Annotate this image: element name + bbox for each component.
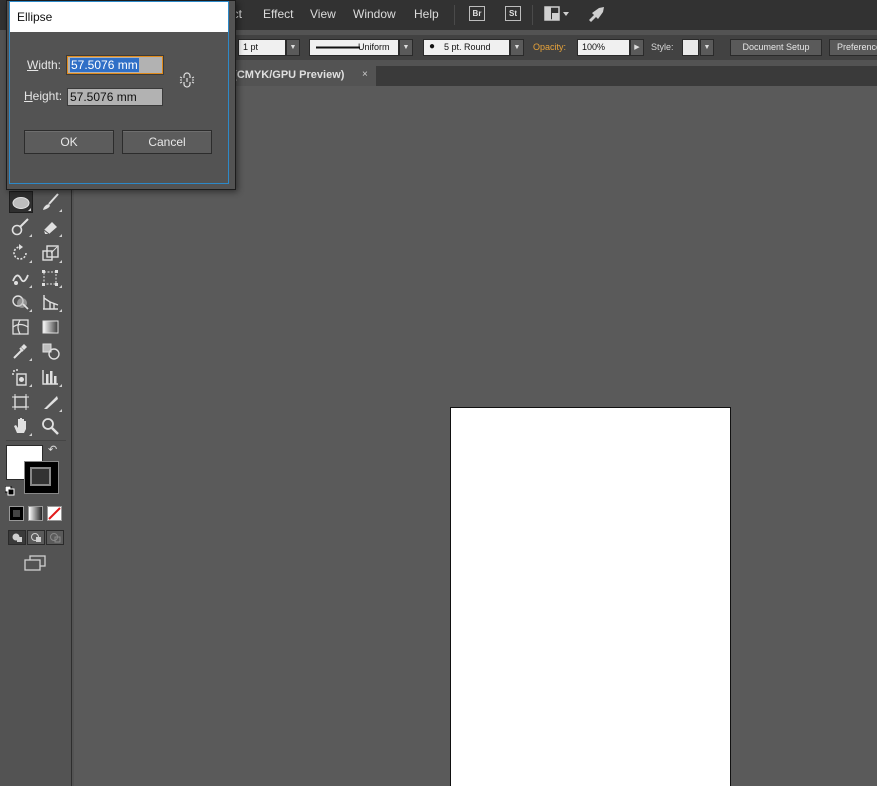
opacity-slider-arrow[interactable]: ▶	[630, 39, 644, 56]
stroke-profile-dropdown[interactable]: ▼	[399, 39, 413, 56]
brush-definition-field[interactable]: ● 5 pt. Round	[423, 39, 510, 56]
warp-tool[interactable]	[9, 267, 33, 289]
color-mode-gradient[interactable]	[28, 506, 43, 521]
dialog-title: Ellipse	[17, 10, 53, 24]
eyedropper-icon	[13, 344, 27, 359]
stroke-profile-label: Uniform	[358, 42, 390, 52]
gpu-performance-icon[interactable]	[586, 6, 606, 24]
blend-icon	[42, 343, 60, 360]
bridge-icon[interactable]: Br	[469, 6, 485, 21]
tools-separator	[6, 440, 66, 441]
swap-fill-stroke-icon[interactable]: ↶	[48, 443, 57, 456]
document-setup-button[interactable]: Document Setup	[730, 39, 822, 56]
symbol-sprayer-icon	[12, 369, 27, 386]
ellipse-dialog-frame: Ellipse Width: 57.5076 mm Height: 57.507…	[9, 1, 229, 184]
menu-separator	[532, 5, 533, 25]
width-input-value: 57.5076 mm	[70, 58, 139, 72]
menu-effect[interactable]: Effect	[263, 7, 293, 21]
scale-tool[interactable]	[39, 242, 63, 264]
menu-separator	[454, 5, 455, 25]
default-fill-stroke-icon[interactable]	[4, 485, 15, 496]
slice-icon	[44, 396, 58, 409]
scale-icon	[42, 245, 59, 261]
stroke-swatch[interactable]	[24, 461, 59, 494]
link-icon[interactable]	[179, 72, 197, 88]
blob-brush-icon	[11, 218, 29, 236]
width-label: Width:	[27, 58, 62, 72]
artboard[interactable]	[450, 407, 731, 786]
mesh-icon	[12, 319, 29, 335]
shape-builder-icon	[12, 295, 29, 310]
menu-view[interactable]: View	[310, 7, 336, 21]
height-input[interactable]: 57.5076 mm	[67, 88, 163, 106]
blob-brush-tool[interactable]	[9, 216, 33, 238]
ok-button[interactable]: OK	[24, 130, 114, 154]
free-transform-icon	[42, 270, 58, 286]
brush-label: 5 pt. Round	[444, 42, 491, 52]
hand-icon	[14, 418, 26, 433]
stroke-profile-field[interactable]: Uniform	[309, 39, 399, 56]
brush-dot-icon: ●	[429, 41, 436, 52]
stroke-weight-dropdown[interactable]: ▼	[286, 39, 300, 56]
slice-tool[interactable]	[39, 391, 63, 413]
symbol-sprayer-tool[interactable]	[9, 366, 33, 388]
height-label: Height:	[24, 89, 63, 103]
paintbrush-icon	[43, 193, 59, 210]
arrange-documents-icon[interactable]	[544, 6, 572, 22]
zoom-icon	[42, 418, 59, 435]
preferences-button[interactable]: Preferences	[829, 39, 877, 56]
perspective-grid-tool[interactable]	[39, 291, 63, 313]
hand-tool[interactable]	[9, 415, 33, 437]
close-tab-icon[interactable]: ×	[362, 69, 368, 80]
stroke-profile-line-icon	[316, 46, 360, 49]
style-dropdown[interactable]: ▼	[700, 39, 714, 56]
mesh-tool[interactable]	[9, 316, 33, 338]
draw-normal-mode[interactable]	[8, 530, 26, 545]
free-transform-tool[interactable]	[39, 267, 63, 289]
gradient-icon	[42, 320, 59, 334]
stroke-weight-field[interactable]: 1 pt	[238, 39, 286, 56]
perspective-grid-icon	[43, 295, 59, 310]
menu-window[interactable]: Window	[353, 7, 396, 21]
draw-behind-mode[interactable]	[27, 530, 45, 545]
opacity-label[interactable]: Opacity:	[533, 42, 566, 52]
rotate-icon	[13, 244, 27, 260]
color-mode-color[interactable]	[9, 506, 24, 521]
document-tab-title: 5 (CMYK/GPU Preview)	[224, 69, 345, 81]
dialog-title-bar[interactable]: Ellipse	[10, 2, 228, 32]
blend-tool[interactable]	[39, 340, 63, 362]
menu-help[interactable]: Help	[414, 7, 439, 21]
paintbrush-tool[interactable]	[39, 191, 63, 213]
gradient-tool[interactable]	[39, 316, 63, 338]
color-mode-none[interactable]	[47, 506, 62, 521]
shape-builder-tool[interactable]	[9, 291, 33, 313]
cancel-button[interactable]: Cancel	[122, 130, 212, 154]
ellipse-tool[interactable]	[9, 191, 33, 213]
opacity-field[interactable]: 100%	[577, 39, 630, 56]
canvas-area[interactable]	[74, 86, 877, 786]
brush-dropdown[interactable]: ▼	[510, 39, 524, 56]
warp-icon	[12, 274, 29, 285]
draw-inside-mode[interactable]	[46, 530, 64, 545]
zoom-tool[interactable]	[39, 415, 63, 437]
ellipse-dialog: Ellipse Width: 57.5076 mm Height: 57.507…	[6, 0, 236, 190]
eraser-tool[interactable]	[39, 216, 63, 238]
column-graph-tool[interactable]	[39, 366, 63, 388]
artboard-tool[interactable]	[9, 391, 33, 413]
screen-mode-icon[interactable]	[24, 555, 46, 572]
eraser-icon	[43, 222, 57, 235]
style-label: Style:	[651, 42, 674, 52]
style-swatch[interactable]	[682, 39, 699, 56]
width-input[interactable]: 57.5076 mm	[66, 55, 164, 75]
artboard-icon	[12, 394, 29, 410]
column-graph-icon	[42, 370, 58, 385]
rotate-tool[interactable]	[9, 242, 33, 264]
stock-icon[interactable]: St	[505, 6, 521, 21]
eyedropper-tool[interactable]	[9, 340, 33, 362]
